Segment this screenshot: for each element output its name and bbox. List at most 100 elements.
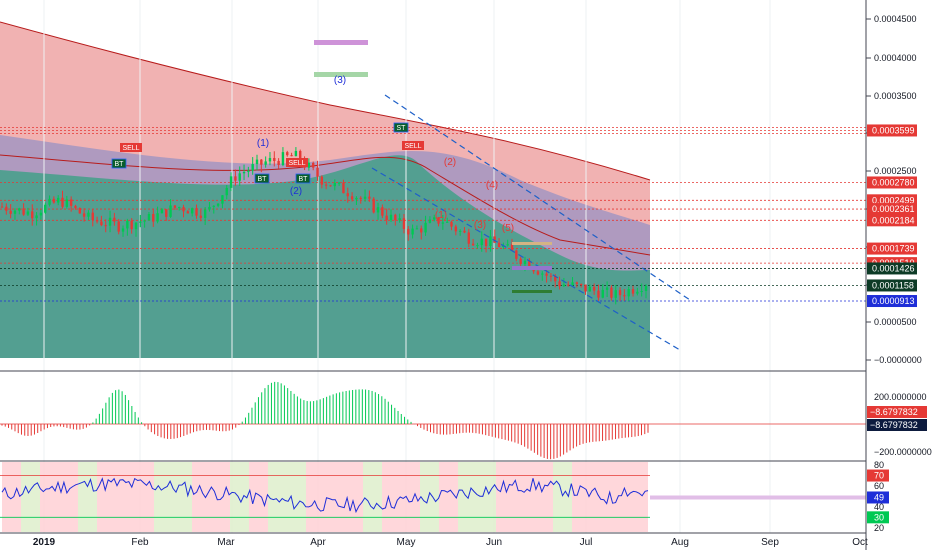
candle-body[interactable] — [489, 236, 492, 246]
candle-body[interactable] — [567, 284, 570, 286]
candle-body[interactable] — [450, 221, 453, 227]
candle-body[interactable] — [385, 215, 388, 220]
candle-body[interactable] — [541, 273, 544, 275]
candle-body[interactable] — [605, 287, 609, 290]
candle-body[interactable] — [199, 215, 203, 218]
candle-body[interactable] — [61, 197, 64, 207]
candle-body[interactable] — [458, 230, 462, 232]
candle-body[interactable] — [195, 208, 198, 216]
candle-body[interactable] — [644, 285, 648, 291]
candle-body[interactable] — [294, 150, 298, 157]
candle-body[interactable] — [441, 222, 445, 224]
candle-body[interactable] — [342, 182, 345, 194]
candle-body[interactable] — [523, 260, 527, 265]
candle-body[interactable] — [221, 195, 224, 204]
candle-body[interactable] — [614, 290, 617, 298]
candle-body[interactable] — [216, 203, 220, 206]
candle-body[interactable] — [39, 212, 43, 216]
candle-body[interactable] — [31, 211, 34, 219]
candle-body[interactable] — [307, 162, 311, 168]
candle-body[interactable] — [324, 184, 328, 186]
candle-body[interactable] — [147, 214, 151, 221]
candle-body[interactable] — [463, 230, 466, 233]
candle-body[interactable] — [316, 167, 319, 177]
candle-body[interactable] — [190, 208, 194, 214]
candle-body[interactable] — [182, 207, 185, 212]
candle-body[interactable] — [156, 213, 159, 222]
candle-body[interactable] — [627, 289, 630, 297]
candle-body[interactable] — [117, 221, 120, 232]
candle-body[interactable] — [234, 176, 237, 181]
candle-body[interactable] — [601, 289, 604, 298]
candle-body[interactable] — [178, 207, 181, 209]
candle-body[interactable] — [623, 295, 626, 297]
candle-body[interactable] — [169, 205, 172, 217]
candle-body[interactable] — [281, 152, 285, 165]
candle-body[interactable] — [471, 243, 475, 246]
candle-body[interactable] — [18, 208, 21, 211]
candle-body[interactable] — [108, 217, 112, 226]
candle-body[interactable] — [368, 196, 371, 199]
candle-body[interactable] — [139, 221, 142, 223]
candle-body[interactable] — [260, 159, 263, 165]
candle-body[interactable] — [52, 198, 56, 203]
candle-body[interactable] — [631, 289, 635, 294]
candle-body[interactable] — [152, 214, 155, 222]
candle-body[interactable] — [484, 238, 488, 246]
candle-body[interactable] — [143, 220, 146, 222]
candle-body[interactable] — [337, 182, 341, 184]
candle-body[interactable] — [480, 238, 483, 246]
candle-body[interactable] — [618, 290, 622, 296]
candle-body[interactable] — [497, 242, 501, 247]
candle-body[interactable] — [130, 220, 133, 230]
candle-body[interactable] — [242, 171, 246, 174]
candle-body[interactable] — [247, 170, 250, 172]
candle-body[interactable] — [225, 187, 228, 196]
candle-body[interactable] — [104, 225, 107, 227]
candle-body[interactable] — [311, 162, 315, 168]
candle-body[interactable] — [286, 152, 289, 156]
candle-body[interactable] — [359, 197, 362, 199]
candle-body[interactable] — [74, 205, 77, 209]
candle-body[interactable] — [610, 287, 613, 298]
candle-body[interactable] — [545, 273, 548, 276]
price-axis[interactable]: 0.00045000.00040000.00035000.00030000.00… — [866, 14, 932, 533]
candle-body[interactable] — [389, 214, 393, 220]
candle-body[interactable] — [35, 215, 38, 219]
candle-body[interactable] — [186, 211, 190, 214]
candle-body[interactable] — [640, 290, 643, 292]
candle-body[interactable] — [549, 275, 553, 277]
candle-body[interactable] — [381, 207, 384, 216]
candle-body[interactable] — [255, 159, 259, 165]
candle-body[interactable] — [26, 211, 30, 215]
candle-body[interactable] — [126, 220, 129, 229]
candle-body[interactable] — [212, 205, 215, 207]
candle-body[interactable] — [350, 196, 354, 200]
candle-body[interactable] — [22, 208, 25, 215]
candle-body[interactable] — [597, 290, 600, 298]
candle-body[interactable] — [82, 213, 86, 217]
candle-body[interactable] — [424, 222, 427, 233]
candle-body[interactable] — [78, 208, 81, 214]
candle-body[interactable] — [584, 284, 587, 292]
candle-body[interactable] — [402, 218, 406, 229]
candle-body[interactable] — [515, 250, 518, 259]
candle-body[interactable] — [407, 228, 410, 235]
candle-body[interactable] — [575, 282, 579, 284]
candle-body[interactable] — [87, 212, 90, 217]
candle-body[interactable] — [134, 222, 138, 230]
candle-body[interactable] — [363, 196, 367, 199]
candle-body[interactable] — [44, 204, 47, 213]
candle-body[interactable] — [203, 209, 207, 218]
candle-body[interactable] — [420, 228, 423, 233]
candle-body[interactable] — [320, 176, 324, 185]
candle-body[interactable] — [229, 176, 233, 188]
candle-body[interactable] — [290, 155, 293, 157]
candle-body[interactable] — [415, 228, 419, 230]
candle-body[interactable] — [9, 210, 12, 214]
candle-body[interactable] — [160, 209, 164, 214]
candle-body[interactable] — [510, 244, 514, 251]
candle-body[interactable] — [454, 226, 458, 232]
candle-body[interactable] — [372, 198, 375, 213]
candle-body[interactable] — [476, 245, 479, 247]
